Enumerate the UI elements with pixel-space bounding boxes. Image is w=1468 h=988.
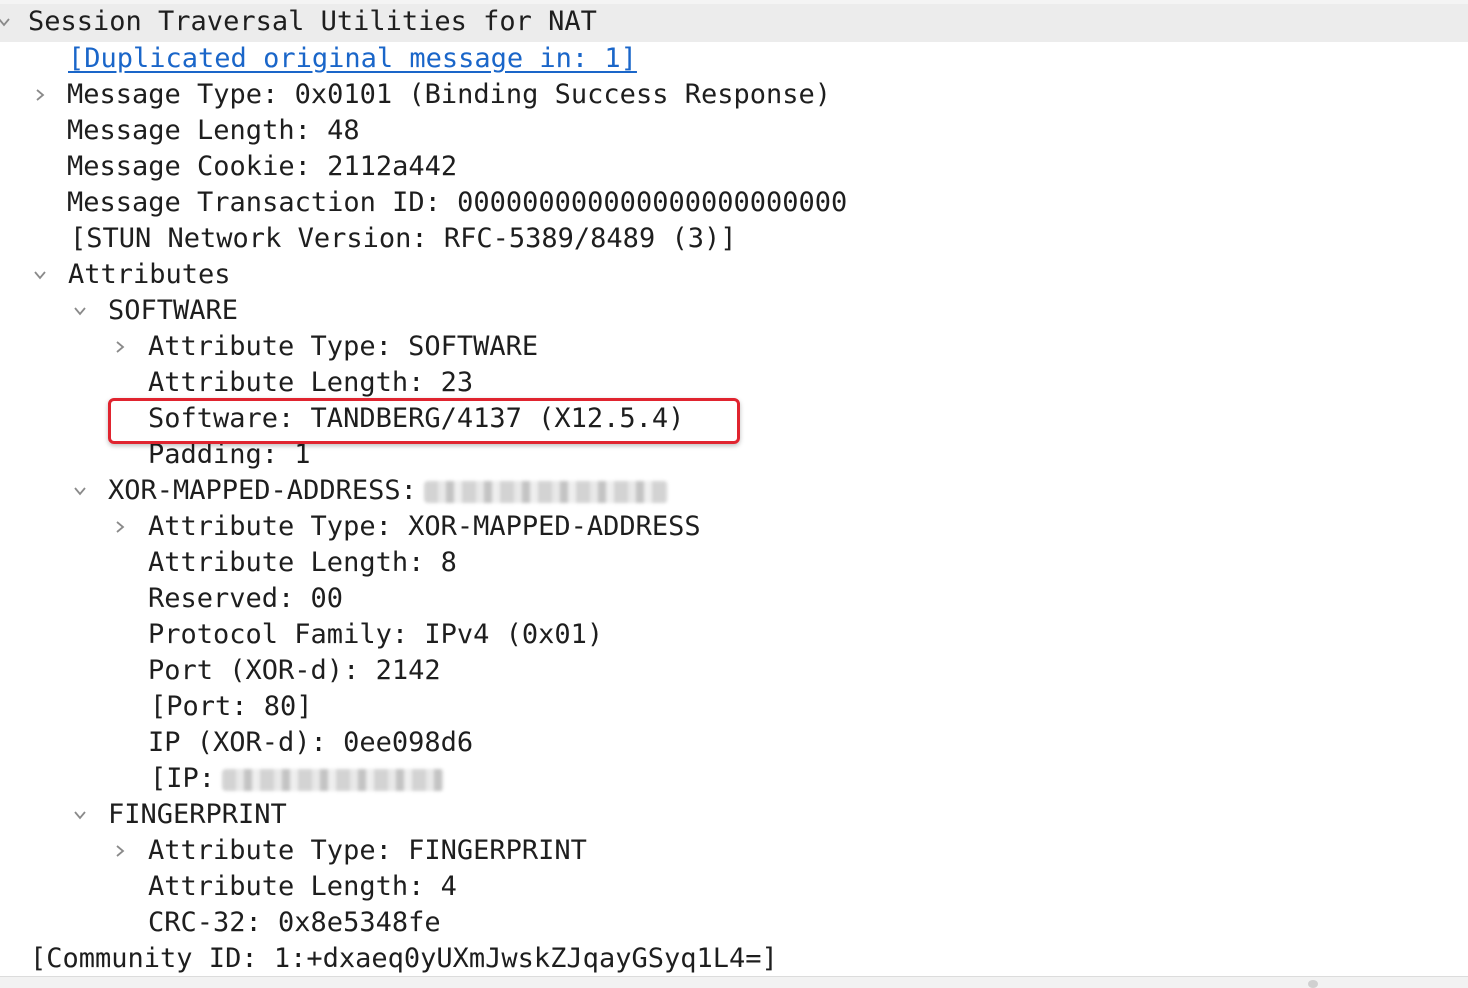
duplicated-message-link[interactable]: [Duplicated original message in: 1] bbox=[68, 41, 637, 77]
message-length-label: Message Length: 48 bbox=[67, 115, 360, 146]
chevron-down-icon[interactable] bbox=[0, 4, 16, 40]
fingerprint-crc-label: CRC-32: 0x8e5348fe bbox=[148, 907, 441, 938]
stun-protocol-label: Session Traversal Utilities for NAT bbox=[28, 6, 597, 37]
tree-row-xor-mapped[interactable]: XOR-MAPPED-ADDRESS: bbox=[0, 473, 1468, 509]
message-type-label: Message Type: 0x0101 (Binding Success Re… bbox=[67, 79, 832, 110]
chevron-down-icon[interactable] bbox=[68, 797, 92, 833]
fingerprint-attr-type-label: Attribute Type: FINGERPRINT bbox=[148, 835, 587, 866]
chevron-down-icon[interactable] bbox=[28, 257, 52, 293]
tree-row-fingerprint[interactable]: FINGERPRINT bbox=[0, 797, 1468, 833]
tree-row-xor-attr-type[interactable]: Attribute Type: XOR-MAPPED-ADDRESS bbox=[0, 509, 1468, 545]
xor-ip-xord-label: IP (XOR-d): 0ee098d6 bbox=[148, 727, 474, 758]
xor-protocol-family-label: Protocol Family: IPv4 (0x01) bbox=[148, 619, 604, 650]
xor-ip-label: [IP: bbox=[150, 763, 216, 794]
tree-row-stun[interactable]: Session Traversal Utilities for NAT bbox=[0, 4, 1468, 42]
tree-row-software-attr-length[interactable]: Attribute Length: 23 bbox=[0, 365, 1468, 401]
tree-row-community-id[interactable]: [Community ID: 1:+dxaeq0yUXmJwskZJqayGSy… bbox=[0, 941, 1468, 977]
community-id-label: [Community ID: 1:+dxaeq0yUXmJwskZJqayGSy… bbox=[30, 943, 778, 974]
tree-row-fingerprint-attr-type[interactable]: Attribute Type: FINGERPRINT bbox=[0, 833, 1468, 869]
tree-row-software-padding[interactable]: Padding: 1 bbox=[0, 437, 1468, 473]
packet-detail-tree: Session Traversal Utilities for NAT [Dup… bbox=[0, 0, 1468, 988]
tree-row-xor-port-xord[interactable]: Port (XOR-d): 2142 bbox=[0, 653, 1468, 689]
software-padding-label: Padding: 1 bbox=[148, 439, 311, 470]
redacted-address bbox=[424, 473, 668, 509]
chevron-right-icon[interactable] bbox=[108, 509, 132, 545]
tree-row-software-attr-type[interactable]: Attribute Type: SOFTWARE bbox=[0, 329, 1468, 365]
xor-port-label: [Port: 80] bbox=[150, 691, 313, 722]
chevron-right-icon[interactable] bbox=[108, 833, 132, 869]
tree-row-software[interactable]: SOFTWARE bbox=[0, 293, 1468, 329]
tree-row-message-cookie[interactable]: Message Cookie: 2112a442 bbox=[0, 149, 1468, 185]
tree-row-attributes[interactable]: Attributes bbox=[0, 257, 1468, 293]
transaction-id-label: Message Transaction ID: 0000000000000000… bbox=[67, 187, 848, 218]
horizontal-scrollbar[interactable] bbox=[0, 976, 1468, 988]
tree-row-xor-port[interactable]: [Port: 80] bbox=[0, 689, 1468, 725]
redacted-ip bbox=[222, 761, 444, 797]
xor-attr-type-label: Attribute Type: XOR-MAPPED-ADDRESS bbox=[148, 511, 701, 542]
tree-row-transaction-id[interactable]: Message Transaction ID: 0000000000000000… bbox=[0, 185, 1468, 221]
chevron-right-icon[interactable] bbox=[108, 329, 132, 365]
message-cookie-label: Message Cookie: 2112a442 bbox=[67, 151, 458, 182]
tree-row-xor-reserved[interactable]: Reserved: 00 bbox=[0, 581, 1468, 617]
tree-row-xor-attr-length[interactable]: Attribute Length: 8 bbox=[0, 545, 1468, 581]
chevron-down-icon[interactable] bbox=[68, 293, 92, 329]
tree-row-xor-ip[interactable]: [IP: bbox=[0, 761, 1468, 797]
software-attr-type-label: Attribute Type: SOFTWARE bbox=[148, 331, 539, 362]
tree-row-message-length[interactable]: Message Length: 48 bbox=[0, 113, 1468, 149]
tree-row-fingerprint-crc[interactable]: CRC-32: 0x8e5348fe bbox=[0, 905, 1468, 941]
tree-row-xor-ip-xord[interactable]: IP (XOR-d): 0ee098d6 bbox=[0, 725, 1468, 761]
chevron-down-icon[interactable] bbox=[68, 473, 92, 509]
fingerprint-label: FINGERPRINT bbox=[108, 799, 287, 830]
xor-mapped-label: XOR-MAPPED-ADDRESS: bbox=[108, 475, 417, 506]
tree-row-xor-protocol-family[interactable]: Protocol Family: IPv4 (0x01) bbox=[0, 617, 1468, 653]
scroll-thumb[interactable] bbox=[1308, 980, 1318, 988]
stun-version-label: [STUN Network Version: RFC-5389/8489 (3)… bbox=[70, 223, 737, 254]
chevron-right-icon[interactable] bbox=[28, 77, 52, 113]
software-attr-length-label: Attribute Length: 23 bbox=[148, 367, 474, 398]
fingerprint-attr-length-label: Attribute Length: 4 bbox=[148, 871, 457, 902]
tree-row-duplicated[interactable]: [Duplicated original message in: 1] bbox=[0, 41, 1468, 77]
tree-row-fingerprint-attr-length[interactable]: Attribute Length: 4 bbox=[0, 869, 1468, 905]
tree-row-stun-version[interactable]: [STUN Network Version: RFC-5389/8489 (3)… bbox=[0, 221, 1468, 257]
xor-attr-length-label: Attribute Length: 8 bbox=[148, 547, 457, 578]
attributes-label: Attributes bbox=[68, 259, 231, 290]
software-attribute-label: SOFTWARE bbox=[108, 295, 239, 326]
xor-port-xord-label: Port (XOR-d): 2142 bbox=[148, 655, 441, 686]
software-value-label: Software: TANDBERG/4137 (X12.5.4) bbox=[148, 403, 685, 434]
tree-row-software-value[interactable]: Software: TANDBERG/4137 (X12.5.4) bbox=[0, 401, 1468, 437]
tree-row-message-type[interactable]: Message Type: 0x0101 (Binding Success Re… bbox=[0, 77, 1468, 113]
xor-reserved-label: Reserved: 00 bbox=[148, 583, 344, 614]
